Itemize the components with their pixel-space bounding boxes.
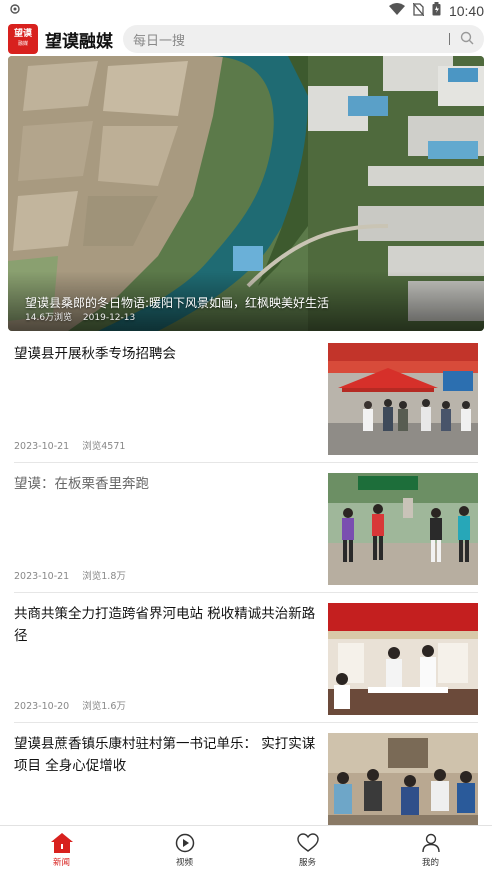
article-thumbnail[interactable] xyxy=(328,603,478,715)
article-title[interactable]: 望谟：在板栗香里奔跑 xyxy=(14,473,318,495)
no-sim-icon xyxy=(412,2,425,20)
article-views: 浏览4571 xyxy=(82,441,126,452)
tab-news[interactable]: 新闻 xyxy=(0,826,123,874)
list-item[interactable]: 望谟县蔗香镇乐康村驻村第一书记单乐： 实打实谋项目 全身心促增收 xyxy=(0,723,492,836)
app-header: 望谟 融媒 望谟融媒 每日一搜 xyxy=(0,22,492,56)
article-title[interactable]: 共商共策全力打造跨省界河电站 税收精诚共治新路径 xyxy=(14,603,318,647)
banner-meta: 14.6万浏览 2019-12-13 xyxy=(25,310,143,323)
search-placeholder[interactable]: 每日一搜 xyxy=(133,30,449,49)
status-bar: 10:40 xyxy=(0,0,492,22)
app-logo[interactable]: 望谟 融媒 xyxy=(8,24,38,54)
search-divider xyxy=(449,33,450,45)
article-views: 浏览1.6万 xyxy=(82,701,126,712)
tab-profile[interactable]: 我的 xyxy=(369,826,492,874)
article-title[interactable]: 望谟县蔗香镇乐康村驻村第一书记单乐： 实打实谋项目 全身心促增收 xyxy=(14,733,318,777)
play-icon xyxy=(175,833,194,852)
list-item[interactable]: 共商共策全力打造跨省界河电站 税收精诚共治新路径 2023-10-20 浏览1.… xyxy=(0,593,492,723)
article-date: 2023-10-21 xyxy=(14,571,70,582)
article-meta: 2023-10-20 浏览1.6万 xyxy=(14,698,136,712)
app-title: 望谟融媒 xyxy=(45,31,113,52)
banner-image xyxy=(8,56,484,331)
banner-caption[interactable]: 望谟县桑郎的冬日物语:暖阳下风景如画，红枫映美好生活 xyxy=(25,294,474,311)
article-date: 2023-10-20 xyxy=(14,701,70,712)
tab-service-label: 服务 xyxy=(298,857,316,868)
tab-profile-label: 我的 xyxy=(421,857,439,868)
tab-video-label: 视频 xyxy=(175,857,193,868)
article-views: 浏览1.8万 xyxy=(82,571,126,582)
battery-icon xyxy=(432,2,441,20)
tab-news-label: 新闻 xyxy=(52,857,70,868)
banner-views: 14.6万浏览 xyxy=(25,313,73,323)
clock: 10:40 xyxy=(448,3,484,19)
article-thumbnail[interactable] xyxy=(328,473,478,585)
banner-carousel[interactable]: 望谟县桑郎的冬日物语:暖阳下风景如画，红枫映美好生活 14.6万浏览 2019-… xyxy=(8,56,484,331)
article-title[interactable]: 望谟县开展秋季专场招聘会 xyxy=(14,343,318,365)
article-date: 2023-10-21 xyxy=(14,441,70,452)
list-item[interactable]: 望谟县开展秋季专场招聘会 2023-10-21 浏览4571 xyxy=(0,333,492,463)
user-icon xyxy=(421,833,440,852)
article-thumbnail[interactable] xyxy=(328,733,478,836)
article-thumbnail[interactable] xyxy=(328,343,478,455)
heart-icon xyxy=(296,832,319,852)
search-icon[interactable] xyxy=(460,30,474,49)
article-meta: 2023-10-21 浏览4571 xyxy=(14,438,135,452)
tab-service[interactable]: 服务 xyxy=(246,826,369,874)
home-icon xyxy=(50,832,73,853)
article-meta: 2023-10-21 浏览1.8万 xyxy=(14,568,136,582)
notification-icon xyxy=(10,3,20,19)
list-item[interactable]: 望谟：在板栗香里奔跑 2023-10-21 浏览1.8万 xyxy=(0,463,492,593)
wifi-icon xyxy=(388,3,405,19)
search-bar[interactable]: 每日一搜 xyxy=(123,25,484,53)
bottom-nav: 新闻 视频 服务 我的 xyxy=(0,825,492,874)
tab-video[interactable]: 视频 xyxy=(123,826,246,874)
banner-date: 2019-12-13 xyxy=(82,313,136,323)
